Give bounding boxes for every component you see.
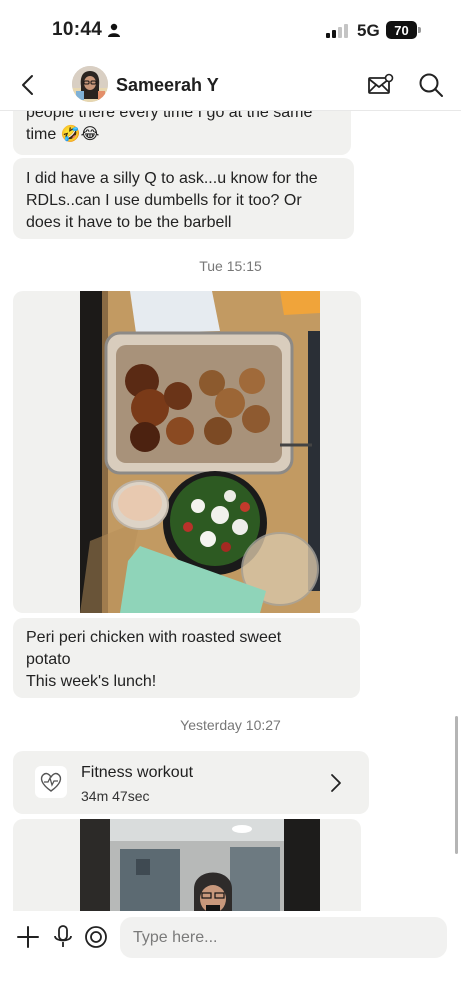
battery-icon: 70 [386,21,417,39]
gym-photo[interactable] [80,819,320,911]
chevron-right-icon[interactable] [329,772,343,794]
image-message[interactable] [13,291,361,613]
workout-card[interactable]: Fitness workout 34m 47sec [13,751,369,814]
scrollbar[interactable] [455,716,458,854]
status-bar: 10:44 5G 70 [0,0,461,60]
message-bubble[interactable]: people there every time I go at the same… [13,111,351,155]
chat-header: Sameerah Y [0,60,461,111]
message-text: people there every time I go at the same… [26,111,313,143]
avatar[interactable] [72,66,108,102]
food-photo[interactable] [80,291,320,613]
date-separator: Tue 15:15 [199,258,262,274]
message-bubble[interactable]: Peri peri chicken with roasted sweet pot… [13,618,360,698]
mail-icon[interactable] [366,72,394,98]
heart-rate-icon [35,766,67,798]
plus-icon[interactable] [16,925,40,949]
image-message[interactable] [13,819,361,911]
person-icon [108,23,120,37]
message-composer [0,911,461,1000]
workout-title: Fitness workout [81,764,194,781]
message-text: I did have a silly Q to ask...u know for… [26,170,318,231]
search-icon[interactable] [417,71,445,99]
message-list[interactable]: people there every time I go at the same… [0,111,461,911]
camera-icon[interactable] [84,925,108,949]
date-separator: Yesterday 10:27 [180,717,281,733]
status-time: 10:44 [52,19,103,40]
message-bubble[interactable]: I did have a silly Q to ask...u know for… [13,158,354,239]
contact-name[interactable]: Sameerah Y [116,75,219,96]
message-text: Peri peri chicken with roasted sweet pot… [26,629,282,690]
back-icon[interactable] [16,72,42,98]
workout-duration: 34m 47sec [81,788,150,804]
battery-cap [418,27,421,33]
network-label: 5G [357,21,380,40]
message-input[interactable] [120,917,447,958]
signal-icon [326,24,348,38]
microphone-icon[interactable] [52,924,74,950]
